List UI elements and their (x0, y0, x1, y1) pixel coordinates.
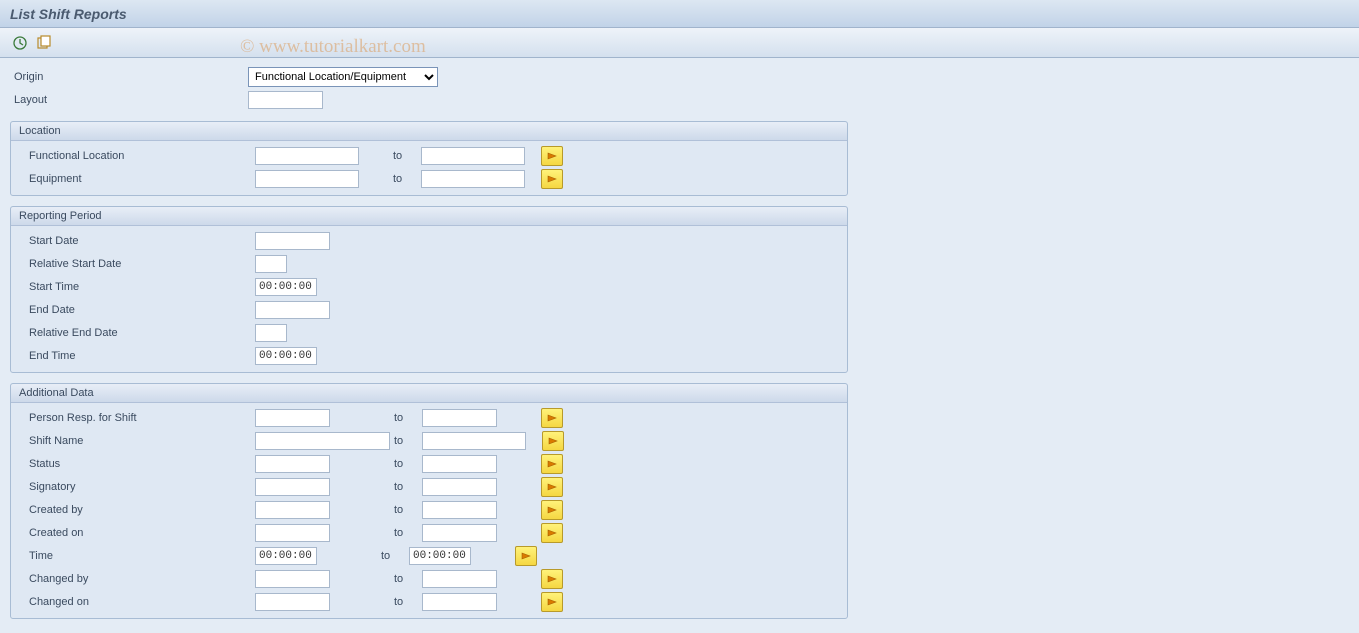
group-additional: Additional Data Person Resp. for Shift t… (10, 383, 848, 619)
to-label: to (389, 173, 421, 185)
additional-from-input[interactable] (255, 478, 330, 496)
group-reporting-title: Reporting Period (11, 207, 847, 226)
additional-row: Changed on to (17, 591, 841, 613)
additional-to-input[interactable] (422, 478, 497, 496)
to-label: to (390, 573, 422, 585)
location-label: Functional Location (17, 150, 255, 162)
additional-label: Time (17, 550, 255, 562)
rel-start-label: Relative Start Date (17, 258, 255, 270)
to-label: to (390, 481, 422, 493)
end-time-input[interactable] (255, 347, 317, 365)
origin-select[interactable]: Functional Location/Equipment (248, 67, 438, 87)
additional-label: Changed on (17, 596, 255, 608)
main-content: Origin Functional Location/Equipment Lay… (0, 58, 1359, 633)
additional-from-input[interactable] (255, 455, 330, 473)
additional-label: Signatory (17, 481, 255, 493)
layout-label: Layout (10, 94, 248, 106)
location-label: Equipment (17, 173, 255, 185)
additional-label: Created on (17, 527, 255, 539)
additional-row: Created on to (17, 522, 841, 544)
to-label: to (390, 435, 422, 447)
additional-label: Created by (17, 504, 255, 516)
to-label: to (377, 550, 409, 562)
additional-from-input[interactable] (255, 409, 330, 427)
additional-from-input[interactable] (255, 593, 330, 611)
additional-to-input[interactable] (422, 593, 497, 611)
multiple-selection-button[interactable] (541, 169, 563, 189)
group-reporting: Reporting Period Start Date Relative Sta… (10, 206, 848, 373)
get-variant-button[interactable] (34, 33, 54, 53)
multiple-selection-button[interactable] (541, 523, 563, 543)
end-date-label: End Date (17, 304, 255, 316)
additional-row: Status to (17, 453, 841, 475)
location-from-input[interactable] (255, 170, 359, 188)
multiple-selection-button[interactable] (541, 146, 563, 166)
additional-row: Changed by to (17, 568, 841, 590)
multiple-selection-button[interactable] (541, 592, 563, 612)
origin-label: Origin (10, 71, 248, 83)
group-reporting-body: Start Date Relative Start Date Start Tim… (11, 226, 847, 372)
additional-row: Person Resp. for Shift to (17, 407, 841, 429)
start-date-label: Start Date (17, 235, 255, 247)
additional-from-input[interactable] (255, 524, 330, 542)
to-label: to (390, 458, 422, 470)
additional-label: Status (17, 458, 255, 470)
additional-row: Created by to (17, 499, 841, 521)
location-to-input[interactable] (421, 170, 525, 188)
group-location-body: Functional Location to Equipment to (11, 141, 847, 195)
page-title: List Shift Reports (10, 6, 127, 22)
to-label: to (390, 504, 422, 516)
layout-input[interactable] (248, 91, 323, 109)
additional-row: Signatory to (17, 476, 841, 498)
toolbar (0, 28, 1359, 58)
location-from-input[interactable] (255, 147, 359, 165)
multiple-selection-button[interactable] (515, 546, 537, 566)
additional-to-input[interactable] (422, 524, 497, 542)
additional-from-input[interactable] (255, 570, 330, 588)
additional-from-input[interactable] (255, 547, 317, 565)
additional-to-input[interactable] (422, 455, 497, 473)
end-time-label: End Time (17, 350, 255, 362)
to-label: to (390, 527, 422, 539)
additional-to-input[interactable] (409, 547, 471, 565)
multiple-selection-button[interactable] (541, 500, 563, 520)
additional-label: Changed by (17, 573, 255, 585)
multiple-selection-button[interactable] (541, 569, 563, 589)
location-row: Equipment to (17, 168, 841, 190)
start-date-input[interactable] (255, 232, 330, 250)
additional-to-input[interactable] (422, 432, 526, 450)
rel-end-label: Relative End Date (17, 327, 255, 339)
additional-label: Person Resp. for Shift (17, 412, 255, 424)
start-time-label: Start Time (17, 281, 255, 293)
multiple-selection-button[interactable] (542, 431, 564, 451)
execute-button[interactable] (10, 33, 30, 53)
start-time-input[interactable] (255, 278, 317, 296)
to-label: to (389, 150, 421, 162)
location-row: Functional Location to (17, 145, 841, 167)
additional-label: Shift Name (17, 435, 255, 447)
to-label: to (390, 412, 422, 424)
additional-to-input[interactable] (422, 501, 497, 519)
additional-to-input[interactable] (422, 409, 497, 427)
title-bar: List Shift Reports (0, 0, 1359, 28)
to-label: to (390, 596, 422, 608)
additional-from-input[interactable] (255, 432, 390, 450)
additional-row: Shift Name to (17, 430, 841, 452)
rel-start-input[interactable] (255, 255, 287, 273)
layout-row: Layout (10, 89, 1349, 111)
multiple-selection-button[interactable] (541, 408, 563, 428)
group-additional-body: Person Resp. for Shift to Shift Name to … (11, 403, 847, 618)
multiple-selection-button[interactable] (541, 454, 563, 474)
location-to-input[interactable] (421, 147, 525, 165)
additional-row: Time to (17, 545, 841, 567)
additional-to-input[interactable] (422, 570, 497, 588)
rel-end-input[interactable] (255, 324, 287, 342)
additional-from-input[interactable] (255, 501, 330, 519)
group-location: Location Functional Location to Equipmen… (10, 121, 848, 196)
group-additional-title: Additional Data (11, 384, 847, 403)
group-location-title: Location (11, 122, 847, 141)
origin-row: Origin Functional Location/Equipment (10, 66, 1349, 88)
end-date-input[interactable] (255, 301, 330, 319)
multiple-selection-button[interactable] (541, 477, 563, 497)
